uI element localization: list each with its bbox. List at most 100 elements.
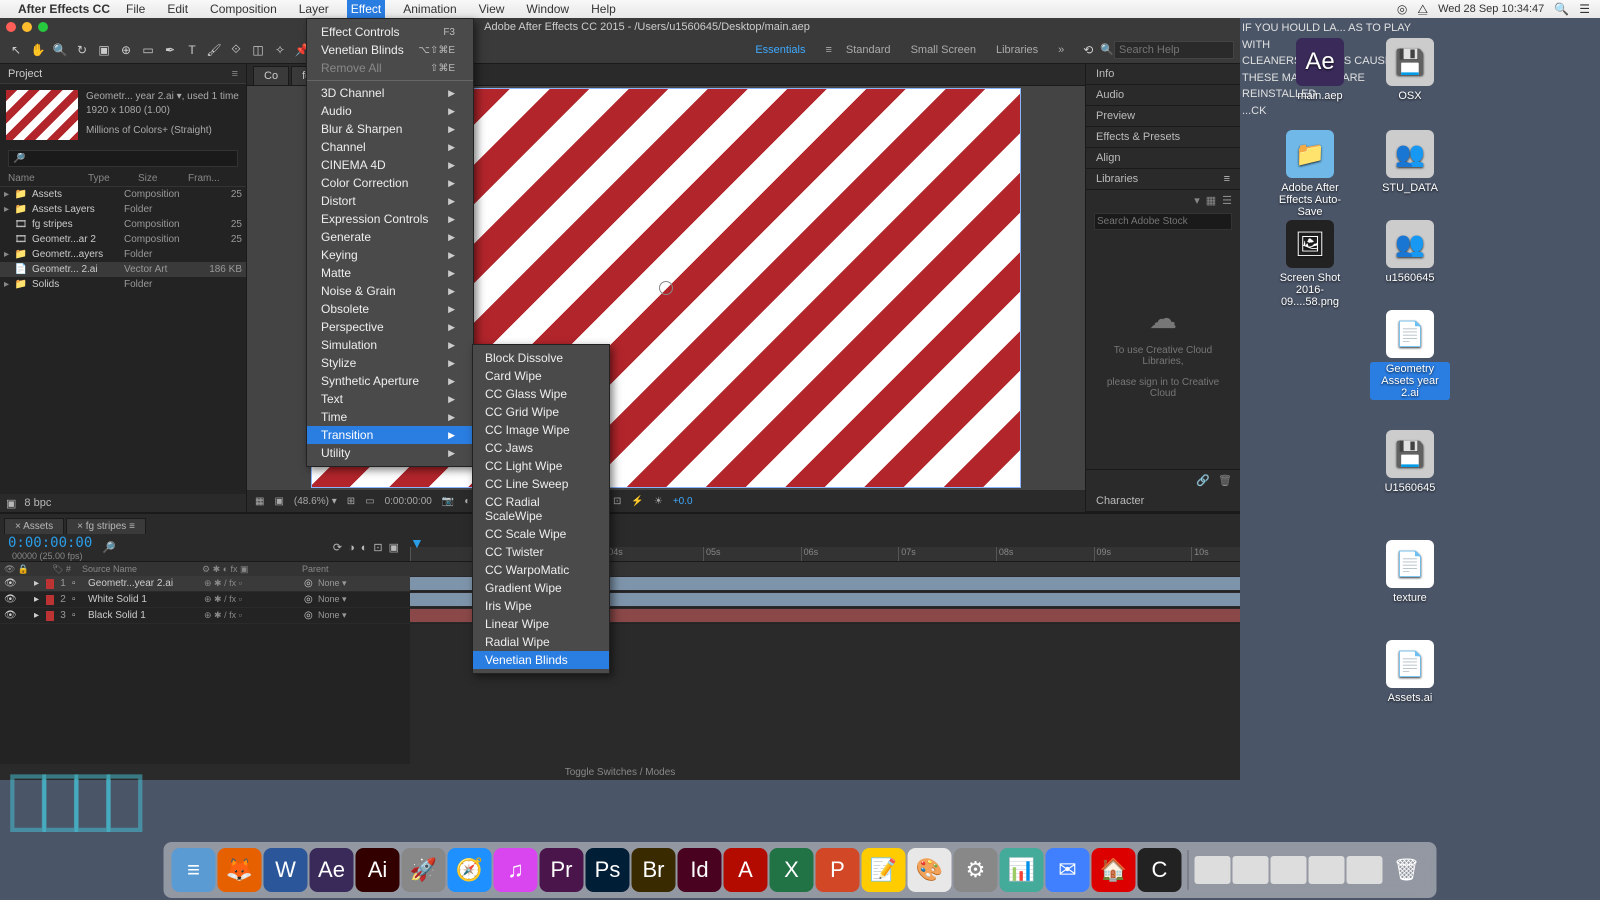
stock-search-input[interactable] xyxy=(1094,213,1232,230)
effect-category-item[interactable]: CINEMA 4D▶ xyxy=(307,156,473,174)
dock-minimized-window[interactable] xyxy=(1271,856,1307,884)
menu-view[interactable]: View xyxy=(475,0,509,18)
snapshot-icon[interactable]: 📷 xyxy=(442,496,454,507)
menu-composition[interactable]: Composition xyxy=(206,0,281,18)
project-item[interactable]: 🎞Geometr...ar 2Composition25 xyxy=(0,232,246,247)
effect-category-item[interactable]: Time▶ xyxy=(307,408,473,426)
effect-category-item[interactable]: Stylize▶ xyxy=(307,354,473,372)
effect-category-item[interactable]: Generate▶ xyxy=(307,228,473,246)
dock-app-icon[interactable]: W xyxy=(264,848,308,892)
transition-item[interactable]: CC Twister xyxy=(473,543,609,561)
dock-app-icon[interactable]: Ai xyxy=(356,848,400,892)
effect-category-item[interactable]: Noise & Grain▶ xyxy=(307,282,473,300)
desktop-icon[interactable]: Aemain.aep xyxy=(1280,38,1360,102)
menu-edit[interactable]: Edit xyxy=(163,0,192,18)
panel-preview[interactable]: Preview xyxy=(1086,106,1240,127)
desktop-icon[interactable]: 💾U1560645 xyxy=(1370,430,1450,494)
project-item[interactable]: ▸📁SolidsFolder xyxy=(0,277,246,292)
desktop-icon[interactable]: 📄Assets.ai xyxy=(1370,640,1450,704)
menu-window[interactable]: Window xyxy=(522,0,573,18)
render-toggle-icon[interactable]: ▣ xyxy=(274,496,283,507)
effect-category-item[interactable]: Transition▶ xyxy=(307,426,473,444)
icon-wifi[interactable]: ⧋ xyxy=(1417,2,1428,17)
dock-app-icon[interactable]: 🎨 xyxy=(908,848,952,892)
panel-audio[interactable]: Audio xyxy=(1086,85,1240,106)
menu-icon[interactable]: ☰ xyxy=(1579,2,1590,16)
transition-item[interactable]: Gradient Wipe xyxy=(473,579,609,597)
effect-category-item[interactable]: Keying▶ xyxy=(307,246,473,264)
dock-trash-icon[interactable]: 🗑 xyxy=(1385,848,1429,892)
menu-animation[interactable]: Animation xyxy=(399,0,460,18)
effect-category-item[interactable]: Matte▶ xyxy=(307,264,473,282)
project-item[interactable]: 📄Geometr... 2.aiVector Art186 KB xyxy=(0,262,246,277)
lib-trash-icon[interactable]: 🗑 xyxy=(1218,474,1232,487)
transition-item[interactable]: Card Wipe xyxy=(473,367,609,385)
workspace-libraries[interactable]: Libraries xyxy=(996,44,1038,56)
dock-app-icon[interactable]: ≡ xyxy=(172,848,216,892)
panel-menu-icon[interactable]: ≡ xyxy=(1224,173,1230,185)
desktop-icon[interactable]: 💾OSX xyxy=(1370,38,1450,102)
dock-app-icon[interactable]: Br xyxy=(632,848,676,892)
dock-app-icon[interactable]: ⚙ xyxy=(954,848,998,892)
effect-category-item[interactable]: Audio▶ xyxy=(307,102,473,120)
transition-item[interactable]: CC Image Wipe xyxy=(473,421,609,439)
rotate-tool-icon[interactable]: ↻ xyxy=(72,40,92,60)
project-search-input[interactable] xyxy=(8,150,238,167)
timeline-layer-list[interactable]: 👁 ▸1▫Geometr...year 2.ai⊕ ✱ / fx ▫◎None … xyxy=(0,576,410,764)
channels-icon[interactable]: ◐ xyxy=(464,496,470,507)
text-tool-icon[interactable]: T xyxy=(182,40,202,60)
effect-category-item[interactable]: Text▶ xyxy=(307,390,473,408)
effect-category-item[interactable]: Distort▶ xyxy=(307,192,473,210)
dock-minimized-window[interactable] xyxy=(1309,856,1345,884)
transition-item[interactable]: CC Jaws xyxy=(473,439,609,457)
pen-tool-icon[interactable]: ✒ xyxy=(160,40,180,60)
dock-app-icon[interactable]: P xyxy=(816,848,860,892)
effect-category-item[interactable]: Blur & Sharpen▶ xyxy=(307,120,473,138)
effect-category-item[interactable]: 3D Channel▶ xyxy=(307,84,473,102)
timeline-current-time[interactable]: 0:00:00:00 xyxy=(8,535,92,551)
tl-button-icon[interactable]: ⟳ xyxy=(333,541,342,554)
stamp-tool-icon[interactable]: ⟐ xyxy=(226,40,246,60)
spotlight-icon[interactable]: 🔍 xyxy=(1554,2,1569,16)
zoom-dropdown[interactable]: (48.6%) ▾ xyxy=(294,496,337,507)
timeline-tab[interactable]: × Assets xyxy=(4,518,64,534)
camera-tool-icon[interactable]: ▣ xyxy=(94,40,114,60)
sync-icon[interactable]: ⟲ xyxy=(1078,40,1098,60)
transition-item[interactable]: CC Line Sweep xyxy=(473,475,609,493)
menu-help[interactable]: Help xyxy=(587,0,620,18)
app-name[interactable]: After Effects CC xyxy=(18,2,110,16)
transition-item[interactable]: Block Dissolve xyxy=(473,349,609,367)
comp-tab[interactable]: Co xyxy=(253,66,289,85)
menu-layer[interactable]: Layer xyxy=(295,0,333,18)
transition-item[interactable]: Radial Wipe xyxy=(473,633,609,651)
project-item[interactable]: ▸📁Geometr...ayersFolder xyxy=(0,247,246,262)
bpc-toggle[interactable]: 8 bpc xyxy=(24,497,51,509)
transition-item[interactable]: Linear Wipe xyxy=(473,615,609,633)
timeline-tab[interactable]: × fg stripes ≡ xyxy=(66,518,146,534)
transition-item[interactable]: CC Scale Wipe xyxy=(473,525,609,543)
workspace-small-screen[interactable]: Small Screen xyxy=(911,44,976,56)
dock-app-icon[interactable]: 📊 xyxy=(1000,848,1044,892)
effect-category-item[interactable]: Simulation▶ xyxy=(307,336,473,354)
dock-minimized-window[interactable] xyxy=(1347,856,1383,884)
workspace-essentials[interactable]: Essentials xyxy=(755,44,805,56)
panel-menu-icon[interactable]: ≡ xyxy=(232,68,238,80)
dock-app-icon[interactable]: 🧭 xyxy=(448,848,492,892)
dock-minimized-window[interactable] xyxy=(1195,856,1231,884)
effect-category-item[interactable]: Utility▶ xyxy=(307,444,473,462)
eraser-tool-icon[interactable]: ◫ xyxy=(248,40,268,60)
effect-category-item[interactable]: Perspective▶ xyxy=(307,318,473,336)
workspace-standard[interactable]: Standard xyxy=(846,44,891,56)
panel-align[interactable]: Align xyxy=(1086,148,1240,169)
panel-info[interactable]: Info xyxy=(1086,64,1240,85)
exposure-value[interactable]: +0.0 xyxy=(673,496,693,507)
transition-item[interactable]: CC Glass Wipe xyxy=(473,385,609,403)
dock-app-icon[interactable]: ✉ xyxy=(1046,848,1090,892)
tl-button-icon[interactable]: ⊡ xyxy=(373,541,382,554)
dock-minimized-window[interactable] xyxy=(1233,856,1269,884)
transition-item[interactable]: Venetian Blinds xyxy=(473,651,609,669)
dock-app-icon[interactable]: Ps xyxy=(586,848,630,892)
workspace-overflow-icon[interactable]: » xyxy=(1058,44,1064,56)
desktop-icon[interactable]: 👥u1560645 xyxy=(1370,220,1450,284)
effect-category-item[interactable]: Channel▶ xyxy=(307,138,473,156)
